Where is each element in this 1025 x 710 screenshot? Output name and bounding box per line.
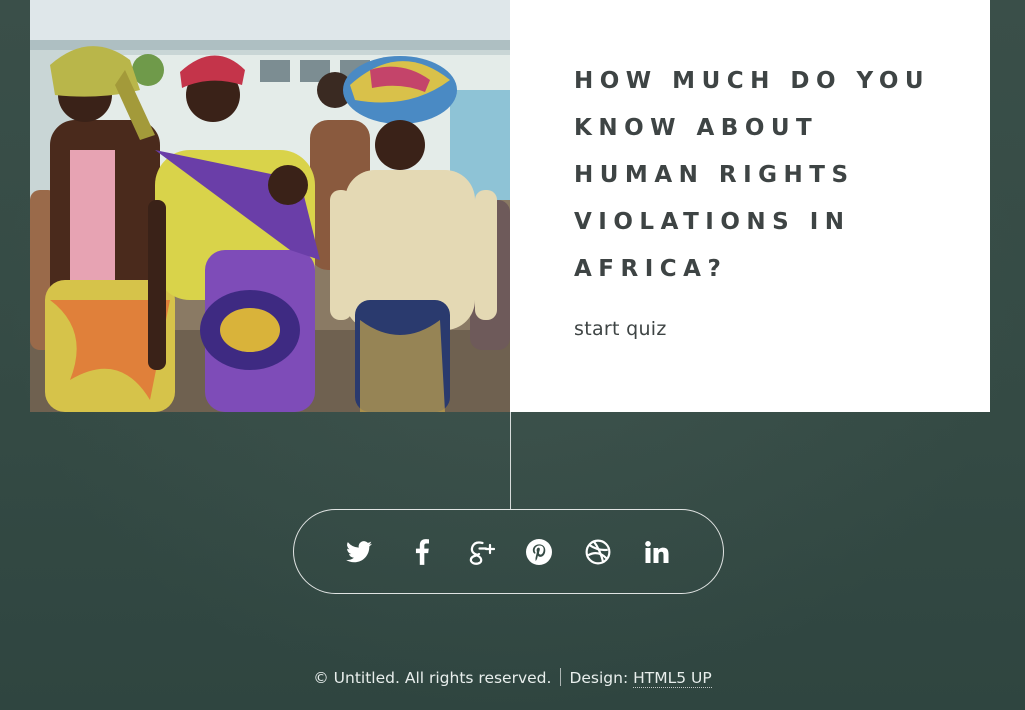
footer-separator: [560, 668, 562, 686]
hero-headline: HOW MUCH DO YOU KNOW ABOUT HUMAN RIGHTS …: [574, 68, 931, 282]
hero-photo: [30, 0, 510, 412]
start-quiz-link[interactable]: start quiz: [574, 318, 667, 340]
social-links-bar: [293, 509, 724, 594]
design-credit-link[interactable]: HTML5 UP: [633, 669, 712, 688]
google-plus-icon: [467, 539, 495, 565]
linkedin-link[interactable]: [639, 534, 675, 570]
pinterest-link[interactable]: [521, 534, 557, 570]
dribbble-icon: [585, 539, 611, 565]
twitter-icon: [346, 541, 372, 563]
copyright-text: © Untitled. All rights reserved.: [313, 669, 552, 687]
facebook-icon: [415, 539, 429, 565]
google-plus-link[interactable]: [463, 534, 499, 570]
twitter-link[interactable]: [341, 534, 377, 570]
design-label: Design:: [569, 669, 629, 687]
dribbble-link[interactable]: [580, 534, 616, 570]
pinterest-icon: [526, 539, 552, 565]
hero-panel: HOW MUCH DO YOU KNOW ABOUT HUMAN RIGHTS …: [510, 0, 990, 412]
footer: © Untitled. All rights reserved. Design: …: [0, 668, 1025, 688]
hero-section: HOW MUCH DO YOU KNOW ABOUT HUMAN RIGHTS …: [30, 0, 990, 412]
connector-line: [510, 412, 511, 509]
facebook-link[interactable]: [404, 534, 440, 570]
linkedin-icon: [645, 541, 669, 563]
